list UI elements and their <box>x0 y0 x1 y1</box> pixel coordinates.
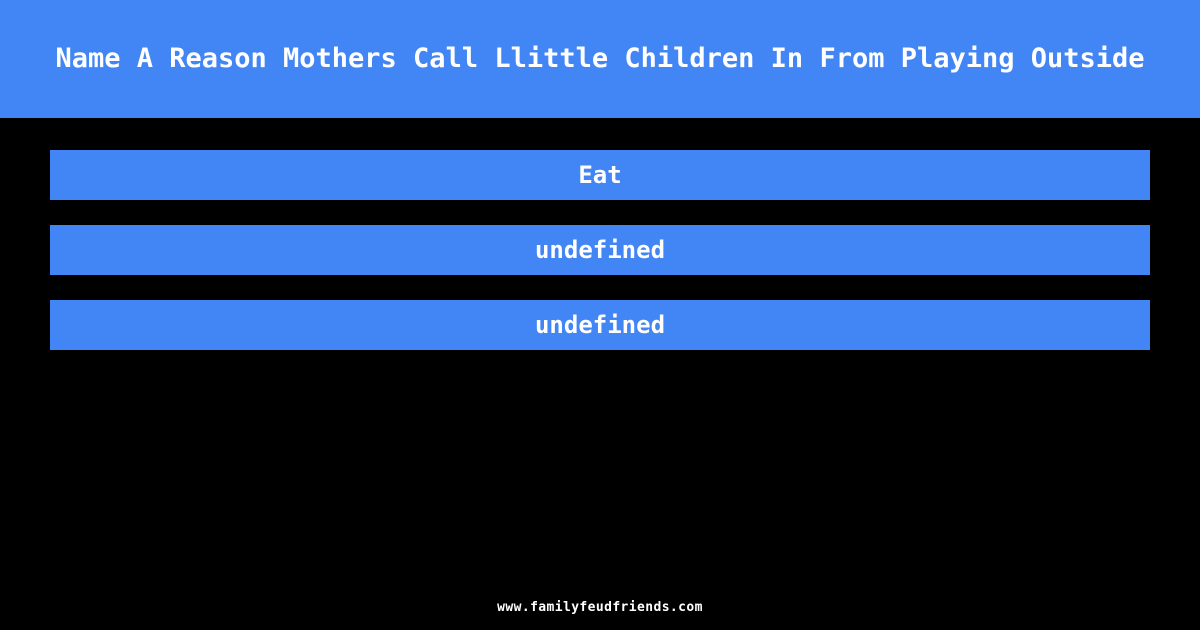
question-title: Name A Reason Mothers Call Llittle Child… <box>55 43 1145 75</box>
site-url-label: www.familyfeudfriends.com <box>497 599 703 615</box>
answer-label-2: undefined <box>534 236 666 264</box>
answer-label-1: Eat <box>578 161 622 189</box>
family-feud-answer-card: Name A Reason Mothers Call Llittle Child… <box>0 0 1200 630</box>
answer-label-3: undefined <box>534 311 666 339</box>
answer-row-3[interactable]: undefined <box>50 300 1150 350</box>
answer-row-1[interactable]: Eat <box>50 150 1150 200</box>
footer: www.familyfeudfriends.com <box>0 584 1200 630</box>
answer-list: Eat undefined undefined <box>0 150 1200 350</box>
answer-row-2[interactable]: undefined <box>50 225 1150 275</box>
question-banner: Name A Reason Mothers Call Llittle Child… <box>0 0 1200 118</box>
